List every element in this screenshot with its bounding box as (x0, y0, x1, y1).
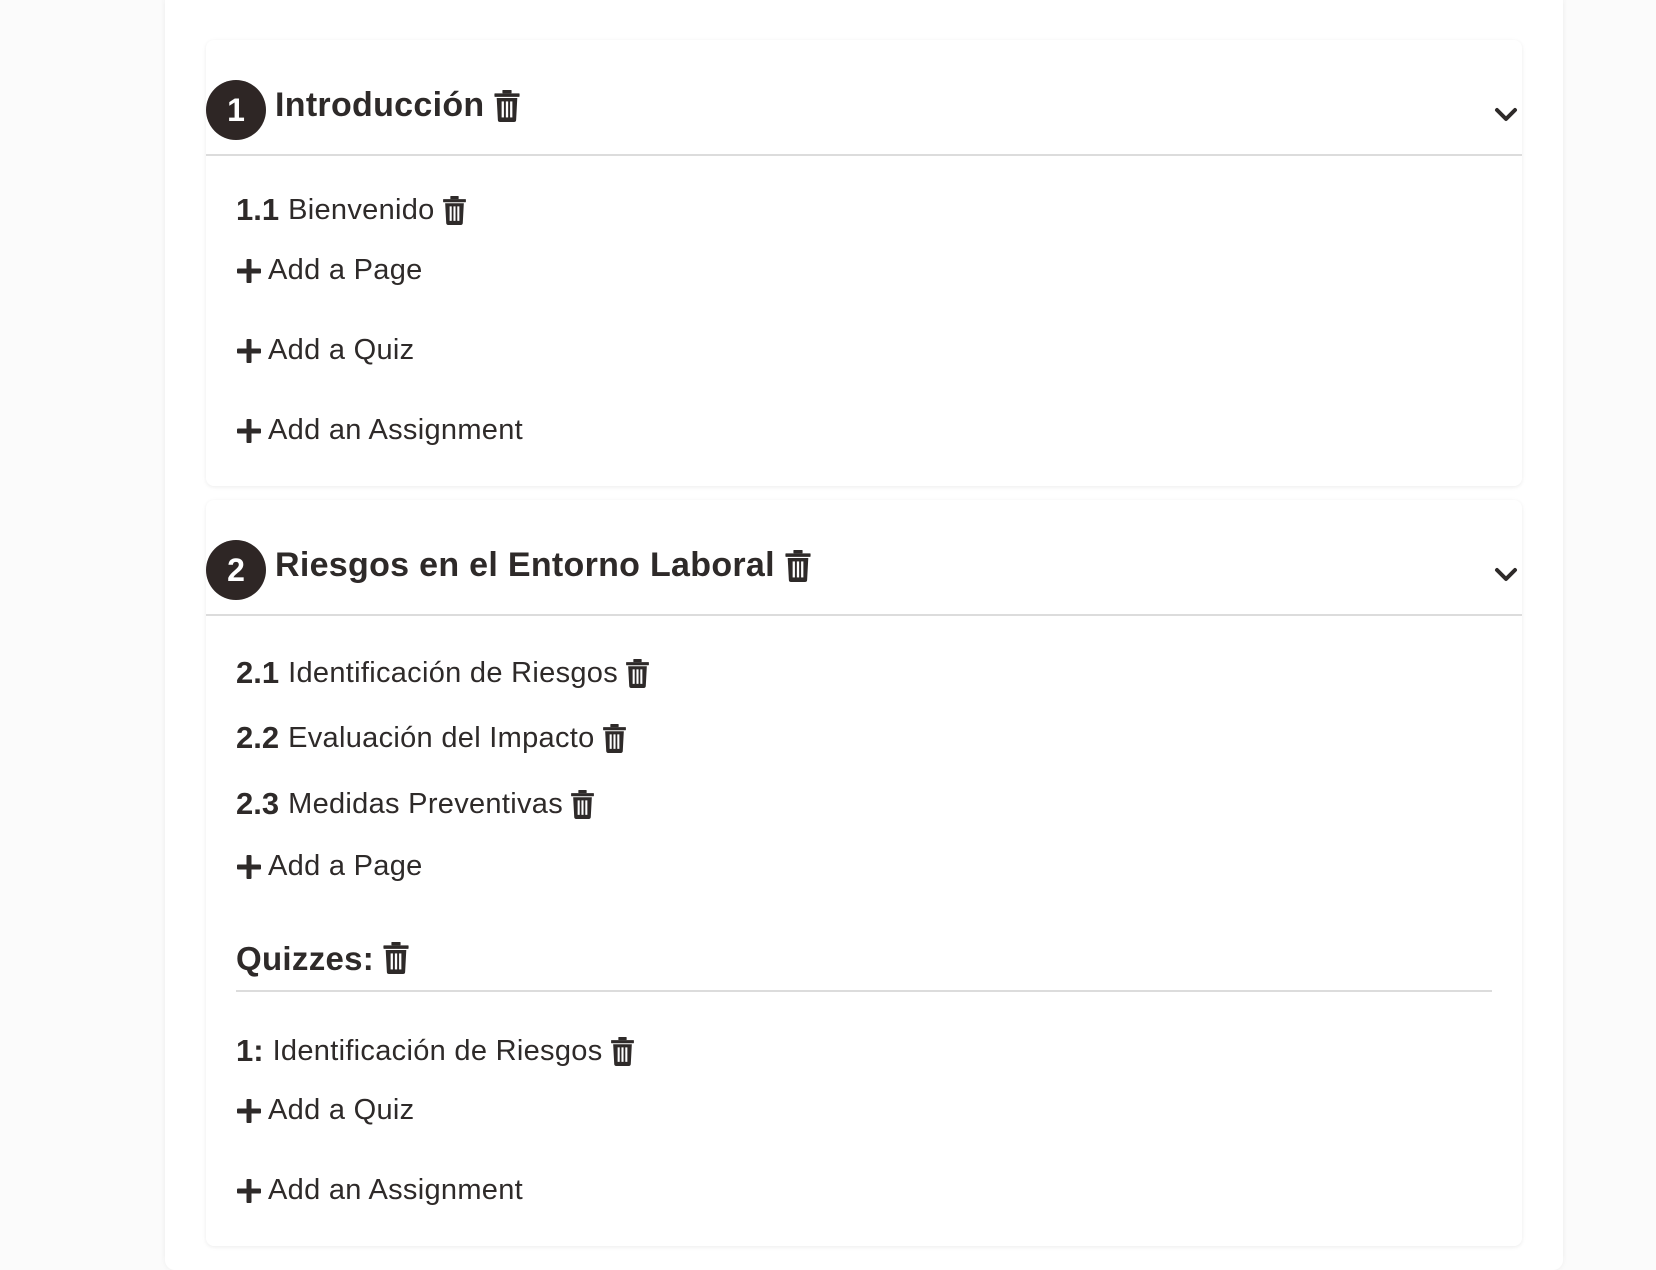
page-item[interactable]: 2.1 Identificación de Riesgos (236, 655, 650, 691)
page-title: Medidas Preventivas (288, 787, 563, 820)
quiz-number: 1: (236, 1033, 264, 1068)
add-quiz-button[interactable]: Add a Quiz (236, 1094, 414, 1127)
module-header[interactable]: 2 Riesgos en el Entorno Laboral (206, 500, 1522, 616)
module-title: Introducción (275, 86, 485, 124)
page-title: Bienvenido (288, 193, 435, 226)
trash-icon[interactable] (442, 196, 467, 225)
plus-icon (236, 1178, 262, 1204)
page-number: 1.1 (236, 192, 280, 227)
trash-icon[interactable] (602, 724, 627, 753)
page-number: 2.2 (236, 720, 280, 755)
trash-icon[interactable] (784, 550, 812, 582)
plus-icon (236, 338, 262, 364)
trash-icon[interactable] (625, 659, 650, 688)
quiz-item[interactable]: 1: Identificación de Riesgos (236, 1033, 635, 1069)
module-title: Riesgos en el Entorno Laboral (275, 546, 775, 584)
page-title: Identificación de Riesgos (288, 656, 619, 689)
quiz-title: Identificación de Riesgos (272, 1034, 603, 1067)
page-title: Evaluación del Impacto (288, 721, 595, 754)
plus-icon (236, 418, 262, 444)
quizzes-heading-text: Quizzes: (236, 940, 375, 977)
add-quiz-label: Add a Quiz (268, 334, 415, 366)
add-assignment-label: Add an Assignment (268, 1174, 523, 1206)
add-page-button[interactable]: Add a Page (236, 254, 423, 287)
quizzes-heading: Quizzes: (236, 940, 1492, 992)
module-card: 2 Riesgos en el Entorno Laboral 2.1 Iden… (206, 500, 1522, 1246)
trash-icon[interactable] (610, 1037, 635, 1066)
page-item[interactable]: 1.1 Bienvenido (236, 192, 467, 228)
add-page-label: Add a Page (268, 850, 423, 882)
page-item[interactable]: 2.2 Evaluación del Impacto (236, 720, 627, 756)
module-number-badge: 2 (206, 540, 266, 600)
module-header[interactable]: 1 Introducción (206, 40, 1522, 156)
page-item[interactable]: 2.3 Medidas Preventivas (236, 786, 595, 822)
page-number: 2.3 (236, 786, 280, 821)
plus-icon (236, 258, 262, 284)
trash-icon[interactable] (382, 942, 410, 974)
module-card: 1 Introducción 1.1 Bienvenido Add a Page… (206, 40, 1522, 486)
trash-icon[interactable] (493, 90, 521, 122)
add-quiz-button[interactable]: Add a Quiz (236, 334, 414, 367)
plus-icon (236, 854, 262, 880)
add-assignment-button[interactable]: Add an Assignment (236, 414, 523, 447)
module-number-badge: 1 (206, 80, 266, 140)
chevron-down-icon[interactable] (1492, 100, 1520, 128)
add-page-label: Add a Page (268, 254, 423, 286)
add-assignment-button[interactable]: Add an Assignment (236, 1174, 523, 1207)
chevron-down-icon[interactable] (1492, 560, 1520, 588)
trash-icon[interactable] (570, 790, 595, 819)
plus-icon (236, 1098, 262, 1124)
add-quiz-label: Add a Quiz (268, 1094, 415, 1126)
add-page-button[interactable]: Add a Page (236, 850, 423, 883)
page-number: 2.1 (236, 655, 280, 690)
add-assignment-label: Add an Assignment (268, 414, 523, 446)
